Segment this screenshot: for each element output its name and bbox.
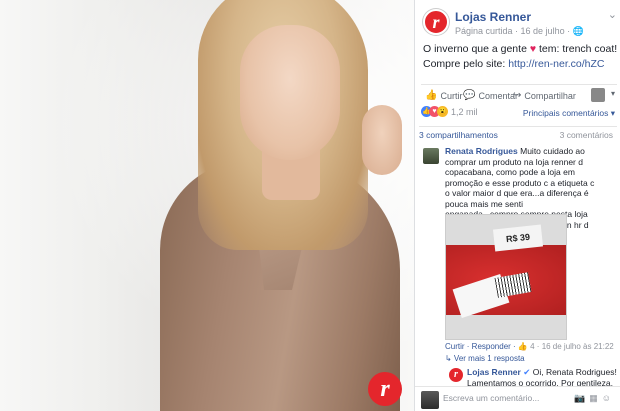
post-header: r Lojas Renner Página curtida · 16 de ju… bbox=[423, 6, 619, 36]
shares-count[interactable]: 3 compartilhamentos bbox=[419, 130, 498, 140]
like-label: Curtir bbox=[440, 90, 463, 101]
commenter-avatar[interactable] bbox=[423, 148, 439, 164]
comment-input[interactable]: Escreva um comentário... bbox=[443, 393, 563, 403]
photo-face bbox=[240, 25, 340, 160]
comment-composer: Escreva um comentário... 📷▦☺ bbox=[415, 386, 620, 411]
photo-hand bbox=[362, 105, 402, 175]
post-meta: Página curtida · 16 de julho · 🌐 bbox=[455, 26, 584, 37]
comment-actions[interactable]: Curtir · Responder · bbox=[445, 342, 518, 351]
facebook-photo-viewer: r r Lojas Renner Página curtida · 16 de … bbox=[0, 0, 620, 411]
engagement-counts: 3 compartilhamentos 3 comentários bbox=[419, 126, 617, 144]
commenter-name[interactable]: Renata Rodrigues bbox=[445, 146, 518, 156]
reply-author-name[interactable]: Lojas Renner bbox=[467, 367, 521, 377]
comment-date: · 16 de julho às 21:22 bbox=[534, 342, 614, 351]
gif-icon[interactable]: ▦ bbox=[589, 393, 602, 403]
sticker-icon[interactable]: ☺ bbox=[602, 393, 615, 403]
view-more-replies-link[interactable]: ↳ Ver mais 1 resposta bbox=[445, 354, 525, 363]
post-text-part1: O inverno que a gente bbox=[423, 43, 530, 55]
page-avatar[interactable]: r bbox=[423, 9, 449, 35]
post-link[interactable]: http://ren-ner.co/hZC bbox=[508, 58, 604, 70]
like-button[interactable]: 👍 Curtir bbox=[425, 90, 462, 101]
comment-photo[interactable]: R$ 39 bbox=[445, 214, 567, 340]
thumbs-up-icon: 👍 bbox=[425, 90, 438, 101]
post-meta-text: Página curtida · 16 de julho · bbox=[455, 26, 573, 36]
post-text: O inverno que a gente ♥ tem: trench coat… bbox=[423, 42, 619, 72]
share-button[interactable]: ↪ Compartilhar bbox=[513, 90, 576, 101]
post-actions-bar: 👍 Curtir 💬 Comentar ↪ Compartilhar ▾ bbox=[421, 84, 617, 107]
renner-logo-watermark: r bbox=[368, 372, 402, 406]
wow-reaction-icon: 😮 bbox=[437, 106, 448, 118]
composer-avatar bbox=[421, 391, 439, 409]
reply-avatar[interactable]: r bbox=[449, 368, 463, 382]
post-side-panel: r Lojas Renner Página curtida · 16 de ju… bbox=[414, 0, 620, 411]
reactions-summary[interactable]: 👍 ♥ 😮 1,2 mil Principais comentários ▾ bbox=[421, 106, 619, 122]
comment-like-icon: 👍 bbox=[517, 342, 528, 351]
caret-down-icon[interactable]: ▾ bbox=[611, 89, 615, 98]
reaction-count: 1,2 mil bbox=[451, 106, 478, 117]
reply-text-1: Oi, Renata Rodrigues! bbox=[530, 367, 617, 377]
camera-icon[interactable]: 📷 bbox=[574, 393, 589, 403]
viewer-avatar[interactable] bbox=[591, 88, 605, 102]
share-icon: ↪ bbox=[513, 90, 522, 101]
globe-icon: 🌐 bbox=[572, 26, 584, 36]
page-name-link[interactable]: Lojas Renner bbox=[455, 10, 531, 24]
share-label: Compartilhar bbox=[524, 90, 576, 101]
composer-icons: 📷▦☺ bbox=[574, 393, 615, 404]
comment-meta: Curtir · Responder · 👍 4 · 16 de julho à… bbox=[445, 342, 614, 351]
comments-count[interactable]: 3 comentários bbox=[560, 130, 613, 140]
comment-button[interactable]: 💬 Comentar bbox=[463, 90, 518, 101]
post-photo[interactable]: r bbox=[0, 0, 414, 411]
chevron-down-icon[interactable]: ⌄ bbox=[608, 8, 617, 21]
comment-icon: 💬 bbox=[463, 90, 476, 101]
comment-sort-dropdown[interactable]: Principais comentários ▾ bbox=[523, 108, 615, 119]
